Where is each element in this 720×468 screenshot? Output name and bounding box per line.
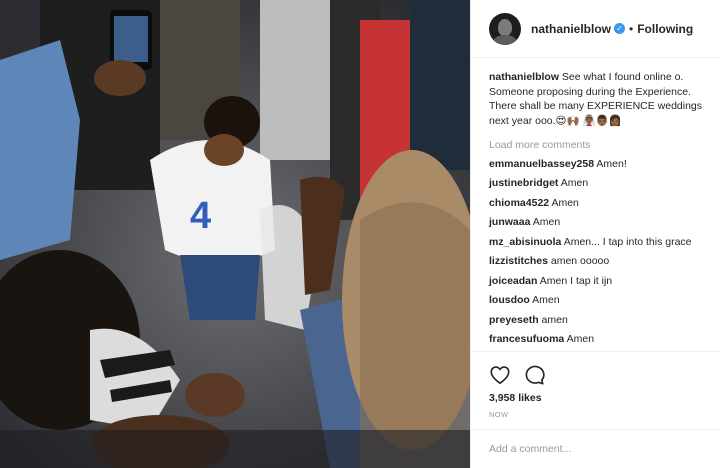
comment-username[interactable]: lizzistitches	[489, 255, 548, 267]
comment-item: joiceadan Amen I tap it ijn	[489, 274, 706, 289]
comment-username[interactable]: junwaaa	[489, 216, 530, 228]
header-username[interactable]: nathanielblow	[531, 22, 611, 36]
post-caption: nathanielblow See what I found online o.…	[489, 70, 706, 128]
comment-text: Amen... I tap into this grace	[561, 235, 692, 248]
add-comment-input[interactable]	[489, 443, 702, 455]
comment-item: francesufuoma Amen	[489, 332, 706, 347]
post-timestamp: NOW	[471, 404, 720, 430]
post-side-panel: nathanielblow ✓ • Following nathanielblo…	[470, 0, 720, 468]
comment-username[interactable]: justinebridget	[489, 177, 558, 189]
likes-count[interactable]: 3,958 likes	[471, 390, 720, 404]
comment-icon[interactable]	[523, 364, 545, 386]
comment-text: Amen	[564, 333, 595, 345]
comment-username[interactable]: emmanuelbassey258	[489, 158, 594, 170]
comment-item: emmanuelbassey258 Amen!	[489, 157, 706, 172]
avatar[interactable]	[489, 12, 521, 45]
comment-text: Amen	[558, 177, 589, 189]
comment-text: Amen!	[594, 157, 627, 170]
comment-text: amen	[538, 313, 568, 326]
comment-item: mz_abisinuola Amen... I tap into this gr…	[489, 235, 706, 250]
avatar-body	[493, 34, 517, 45]
comment-item: justinebridget Amen	[489, 176, 706, 191]
header-separator: •	[629, 21, 634, 36]
comment-list: emmanuelbassey258 Amen! justinebridget Am…	[489, 157, 706, 352]
following-button[interactable]: Following	[637, 22, 693, 36]
load-more-comments-link[interactable]: Load more comments	[489, 138, 706, 153]
comment-item: lousdoo Amen	[489, 293, 706, 308]
heart-icon[interactable]	[489, 364, 511, 386]
post-header: nathanielblow ✓ • Following	[471, 0, 720, 58]
proposal-photo-illustration: 4	[0, 0, 470, 468]
comment-item: lizzistitches amen ooooo	[489, 254, 706, 269]
comment-text: Amen	[530, 216, 561, 228]
action-bar	[471, 352, 720, 390]
post-photo[interactable]: 4	[0, 0, 470, 468]
instagram-post: 4 nathanielblow ✓ • Following nathanielb…	[0, 0, 720, 468]
comment-username[interactable]: joiceadan	[489, 275, 537, 287]
add-comment-box	[471, 430, 720, 468]
comment-username[interactable]: lousdoo	[489, 294, 530, 306]
comment-username[interactable]: mz_abisinuola	[489, 236, 561, 248]
comment-item: junwaaa Amen	[489, 215, 706, 230]
avatar-face	[498, 18, 512, 36]
comment-username[interactable]: preyeseth	[489, 314, 539, 326]
svg-text:4: 4	[190, 195, 211, 237]
comment-item: preyeseth amen	[489, 313, 706, 328]
comments-section[interactable]: nathanielblow See what I found online o.…	[471, 58, 720, 352]
caption-username[interactable]: nathanielblow	[489, 71, 559, 83]
comment-text: amen ooooo	[547, 255, 610, 267]
comment-username[interactable]: francesufuoma	[489, 333, 564, 345]
comment-text: Amen	[549, 196, 579, 209]
comment-text: Amen I tap it ijn	[537, 274, 613, 287]
comment-username[interactable]: chioma4522	[489, 197, 549, 209]
comment-item: chioma4522 Amen	[489, 196, 706, 211]
verified-badge-icon: ✓	[614, 23, 626, 34]
comment-text: Amen	[529, 294, 560, 306]
